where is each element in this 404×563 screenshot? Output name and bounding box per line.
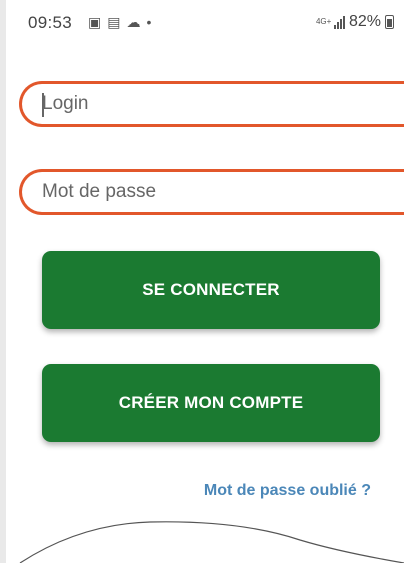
- screen-edge: [0, 0, 6, 563]
- login-field[interactable]: [19, 81, 404, 127]
- login-input[interactable]: [42, 84, 402, 124]
- battery-icon: [385, 15, 394, 29]
- decorative-wave: [19, 521, 404, 563]
- cloud-icon: ☁: [126, 14, 141, 30]
- create-account-button[interactable]: CRÉER MON COMPTE: [42, 364, 380, 442]
- app-screen: 09:53 ▣ ▤ ☁ • 4G+ 82% SE CONNECTER CRÉER…: [0, 0, 404, 563]
- notification-icons: ▣ ▤ ☁ •: [88, 14, 151, 30]
- battery-percent: 82%: [348, 13, 381, 30]
- status-right: 4G+ 82%: [316, 13, 394, 31]
- image-icon: ▣: [88, 14, 102, 30]
- login-button[interactable]: SE CONNECTER: [42, 251, 380, 329]
- password-field[interactable]: [19, 169, 404, 215]
- dot-icon: •: [146, 14, 152, 30]
- status-time: 09:53: [28, 13, 73, 32]
- signal-icon: [333, 15, 345, 29]
- password-input[interactable]: [42, 172, 402, 212]
- status-bar: 09:53 ▣ ▤ ☁ • 4G+ 82%: [6, 0, 404, 42]
- teams-icon: ▤: [107, 14, 121, 30]
- forgot-password-link[interactable]: Mot de passe oublié ?: [204, 482, 371, 500]
- network-type: 4G+: [315, 17, 332, 26]
